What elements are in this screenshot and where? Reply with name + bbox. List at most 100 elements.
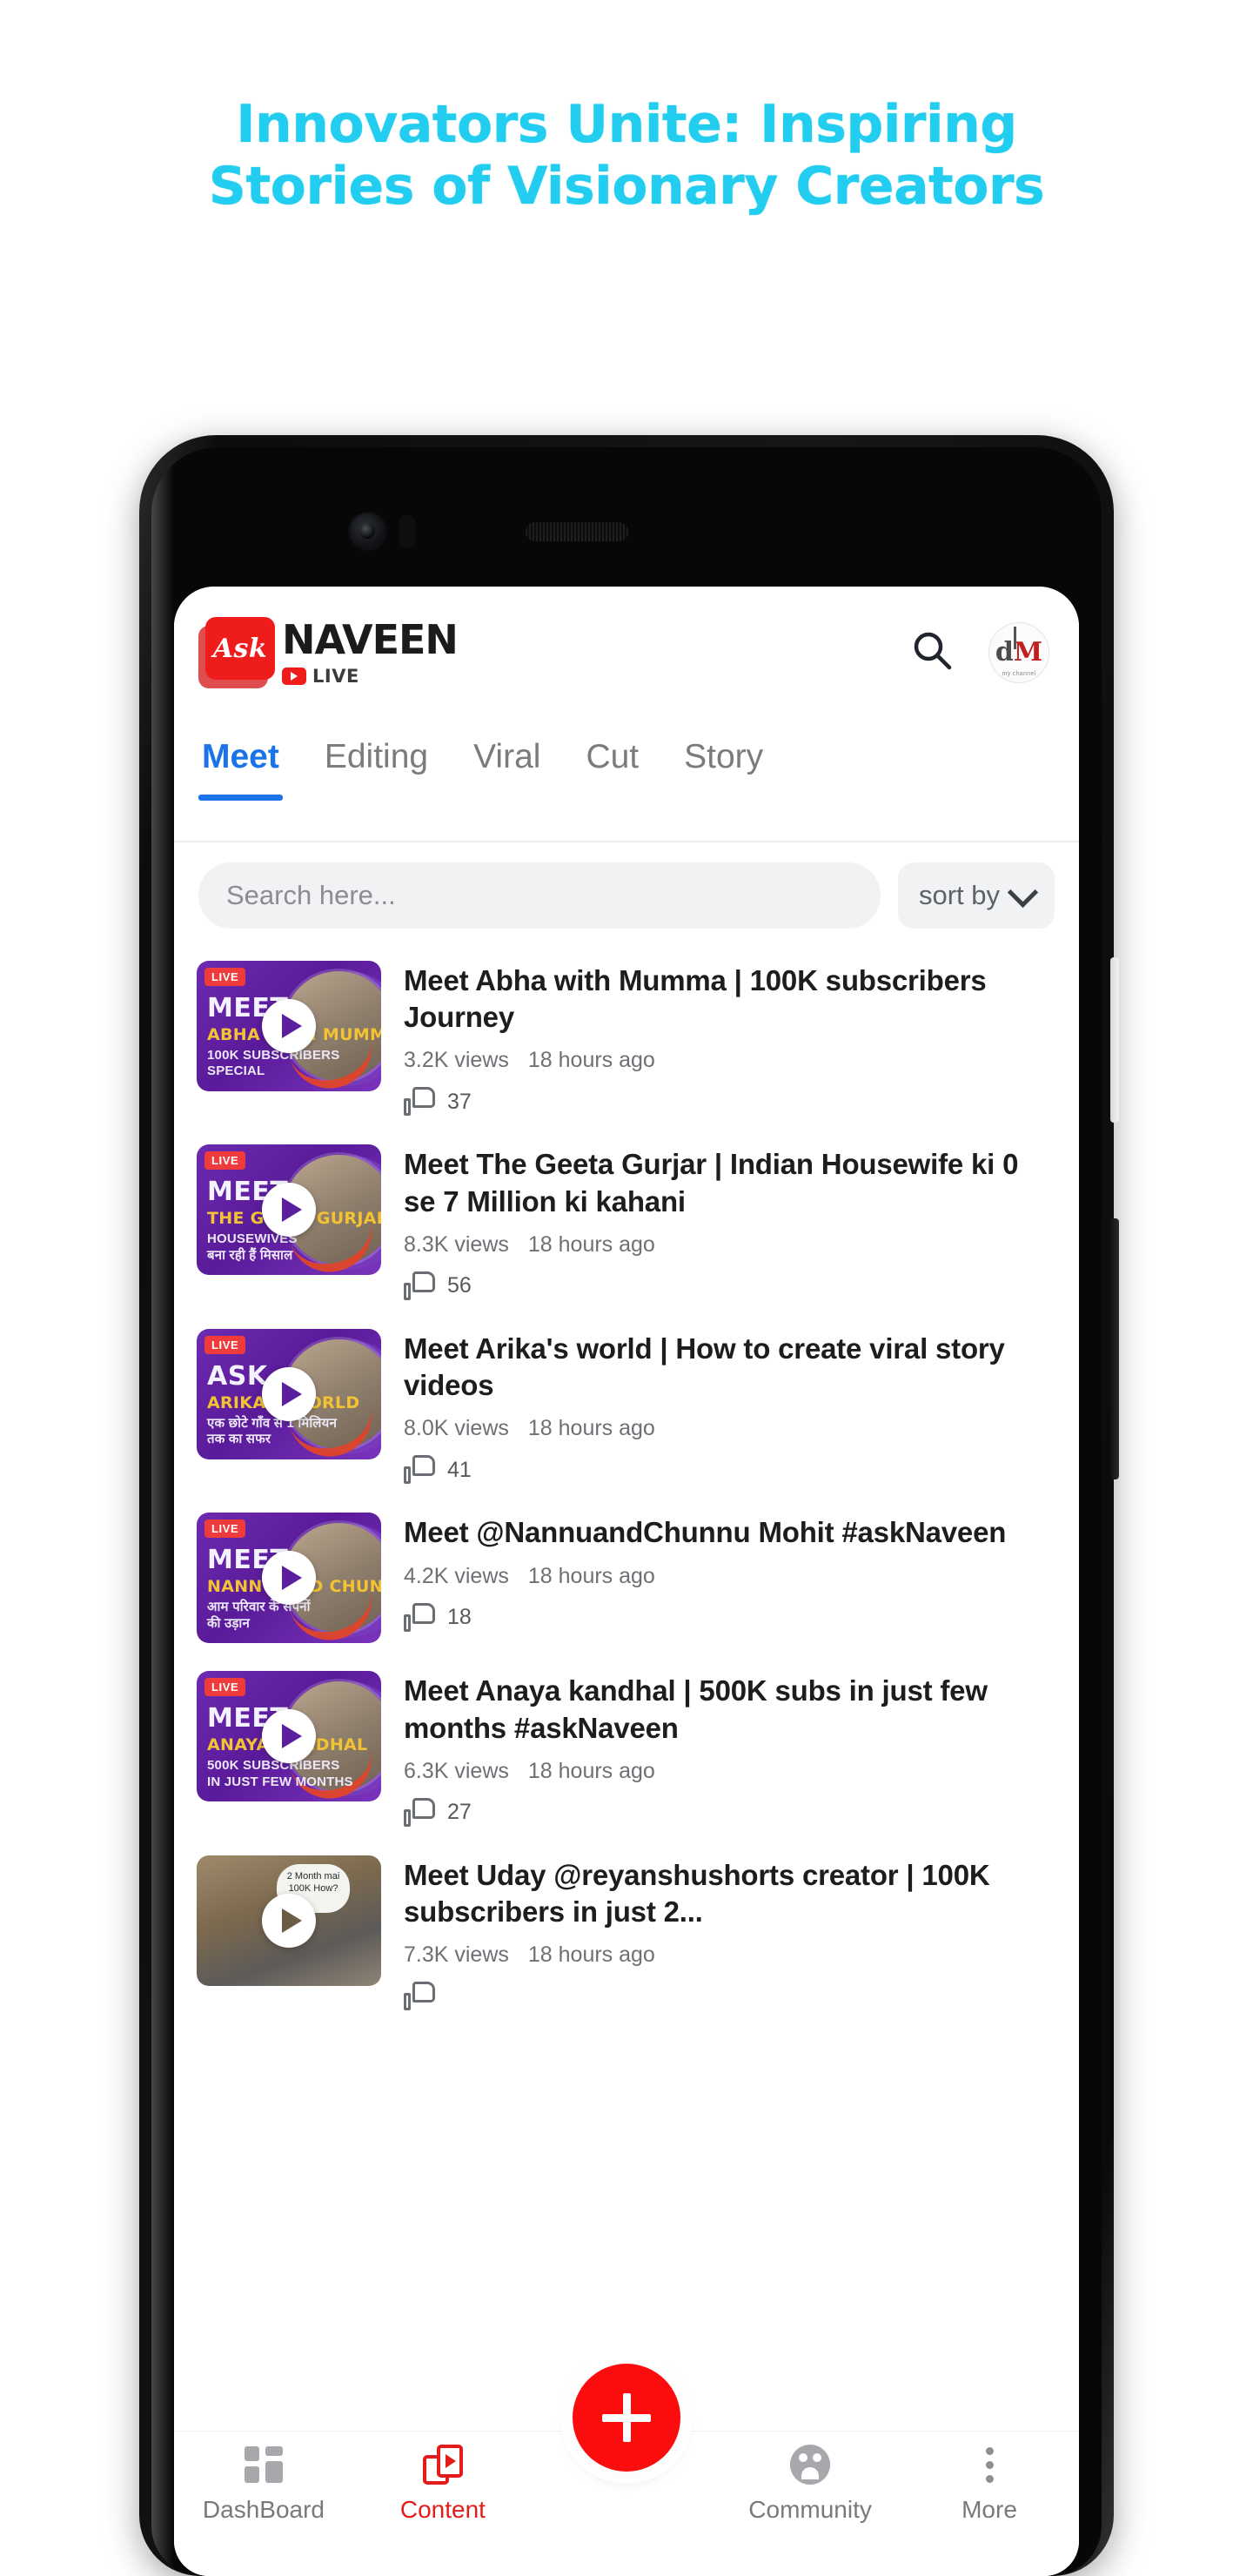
video-title[interactable]: Meet Abha with Mumma | 100K subscribers …	[404, 963, 1056, 1036]
nav-label-content: Content	[399, 2496, 486, 2523]
video-title[interactable]: Meet The Geeta Gurjar | Indian Housewife…	[404, 1146, 1056, 1219]
play-button-icon[interactable]	[262, 1183, 316, 1238]
video-title[interactable]: Meet Uday @reyanshushorts creator | 100K…	[404, 1857, 1056, 1930]
nav-label-community: Community	[748, 2496, 872, 2523]
video-age: 18 hours ago	[527, 1416, 655, 1441]
avatar-letter-d: d	[995, 637, 1014, 667]
video-age: 18 hours ago	[527, 1231, 655, 1257]
promo-line-2: Stories of Visionary Creators	[208, 155, 1045, 217]
video-thumbnail[interactable]: LIVE MEET ABHA WITH MUMMA 100K SUBSCRIBE…	[197, 961, 381, 1091]
play-button-icon[interactable]	[262, 1366, 316, 1421]
like-count[interactable]: 56	[404, 1271, 1056, 1301]
video-views: 7.3K views	[404, 1942, 509, 1968]
thumb-desc: 500K SUBSCRIBERS IN JUST FEW MONTHS	[207, 1758, 353, 1789]
thumb-desc: 100K SUBSCRIBERS SPECIAL	[207, 1048, 340, 1079]
like-number: 37	[447, 1089, 472, 1114]
plus-icon	[602, 2393, 651, 2442]
live-badge: LIVE	[204, 968, 246, 986]
nav-item-dashboard[interactable]: DashBoard	[174, 2444, 353, 2524]
video-title[interactable]: Meet @NannuandChunnu Mohit #askNaveen	[404, 1514, 1056, 1551]
like-number: 56	[447, 1273, 472, 1298]
like-count[interactable]: 41	[404, 1455, 1056, 1485]
video-age: 18 hours ago	[527, 1942, 655, 1968]
list-item[interactable]: LIVE MEET NANNU AND CHUNNU आम परिवार के …	[197, 1500, 1056, 1659]
sort-by-dropdown[interactable]: sort by	[897, 862, 1055, 929]
video-views: 8.0K views	[404, 1416, 509, 1441]
list-item[interactable]: LIVE ASK ARIKA'S WORLD एक छोटे गाँव से 1…	[197, 1317, 1056, 1500]
phone-bezel: Ask NAVEEN LIVE dM my channel Meet Editi…	[151, 447, 1102, 2576]
play-button-icon[interactable]	[262, 1893, 316, 1948]
video-age: 18 hours ago	[527, 1563, 655, 1588]
play-button-icon[interactable]	[262, 1551, 316, 1606]
play-button-icon[interactable]	[262, 999, 316, 1053]
logo-badge-label: Ask	[212, 633, 268, 664]
like-number: 18	[447, 1605, 472, 1630]
app-screen: Ask NAVEEN LIVE dM my channel Meet Editi…	[174, 587, 1079, 2576]
video-title[interactable]: Meet Anaya kandhal | 500K subs in just f…	[404, 1673, 1056, 1746]
video-age: 18 hours ago	[527, 1048, 655, 1073]
tab-editing[interactable]: Editing	[325, 738, 428, 799]
logo-live-label: LIVE	[312, 665, 359, 687]
avatar-tagline: my channel	[1002, 671, 1036, 677]
proximity-sensor-icon	[399, 515, 416, 548]
chevron-down-icon	[1007, 876, 1039, 908]
video-views: 8.3K views	[404, 1231, 509, 1257]
thumb-desc: आम परिवार के सपनों की उड़ान	[207, 1600, 311, 1631]
tab-cut[interactable]: Cut	[586, 738, 639, 799]
like-number: 41	[447, 1457, 472, 1482]
play-button-icon[interactable]	[262, 1709, 316, 1764]
video-thumbnail[interactable]: LIVE MEET ANAYA KANDHAL 500K SUBSCRIBERS…	[197, 1671, 381, 1802]
like-count[interactable]: 18	[404, 1602, 1056, 1633]
volume-button[interactable]	[1110, 957, 1119, 1123]
list-item[interactable]: LIVE MEET THE GEETA GURJAR HOUSEWIVES बन…	[197, 1132, 1056, 1316]
tab-viral[interactable]: Viral	[473, 738, 540, 799]
youtube-icon	[282, 667, 306, 685]
earpiece-speaker-icon	[526, 522, 628, 541]
nav-label-more: More	[962, 2496, 1017, 2523]
nav-item-content[interactable]: Content	[353, 2444, 533, 2524]
video-views: 6.3K views	[404, 1758, 509, 1783]
list-item[interactable]: LIVE MEET ABHA WITH MUMMA 100K SUBSCRIBE…	[197, 949, 1056, 1132]
like-count[interactable]: 27	[404, 1797, 1056, 1828]
video-thumbnail[interactable]: 2 Month mai 100K How?	[197, 1855, 381, 1986]
logo-name: NAVEEN	[282, 615, 459, 663]
video-thumbnail[interactable]: LIVE MEET THE GEETA GURJAR HOUSEWIVES बन…	[197, 1144, 381, 1276]
thumbs-up-icon	[404, 1982, 435, 2011]
list-item[interactable]: 2 Month mai 100K How? Meet Uday @reyansh…	[197, 1843, 1056, 2027]
thumbs-up-icon	[404, 1455, 435, 1485]
search-placeholder: Search here...	[226, 880, 396, 910]
video-thumbnail[interactable]: LIVE MEET NANNU AND CHUNNU आम परिवार के …	[197, 1513, 381, 1644]
thumbs-up-icon	[404, 1271, 435, 1301]
category-tabs: Meet Editing Viral Cut Story	[174, 719, 1079, 842]
app-bar: Ask NAVEEN LIVE dM my channel	[174, 587, 1079, 719]
sort-by-label: sort by	[918, 880, 1000, 910]
thumb-title: ASK	[207, 1360, 268, 1392]
like-count[interactable]: 37	[404, 1087, 1056, 1117]
power-button[interactable]	[1110, 1218, 1119, 1479]
search-icon[interactable]	[910, 628, 955, 678]
tab-story[interactable]: Story	[684, 738, 763, 799]
dashboard-icon	[244, 2444, 283, 2485]
front-camera-icon	[348, 512, 388, 552]
video-thumbnail[interactable]: LIVE ASK ARIKA'S WORLD एक छोटे गाँव से 1…	[197, 1328, 381, 1459]
live-badge: LIVE	[204, 1151, 246, 1171]
video-list[interactable]: LIVE MEET ABHA WITH MUMMA 100K SUBSCRIBE…	[174, 949, 1079, 2431]
add-button[interactable]	[573, 2364, 680, 2472]
nav-item-community[interactable]: Community	[720, 2444, 900, 2524]
video-title[interactable]: Meet Arika's world | How to create viral…	[404, 1331, 1056, 1404]
search-input[interactable]: Search here...	[198, 862, 881, 929]
nav-item-more[interactable]: More	[900, 2444, 1079, 2524]
live-badge: LIVE	[204, 1519, 246, 1539]
like-count[interactable]	[404, 1982, 1056, 2011]
like-number: 27	[447, 1800, 472, 1825]
avatar[interactable]: dM my channel	[988, 622, 1049, 683]
thumbs-up-icon	[404, 1602, 435, 1633]
app-logo[interactable]: Ask NAVEEN LIVE	[198, 615, 459, 688]
avatar-letter-m: M	[1013, 637, 1043, 667]
tab-meet[interactable]: Meet	[198, 738, 283, 801]
ask-card-icon: Ask	[198, 617, 275, 688]
community-icon	[790, 2444, 831, 2485]
thumb-desc: एक छोटे गाँव से 1 मिलियन तक का सफर	[207, 1415, 338, 1447]
phone-mockup: Ask NAVEEN LIVE dM my channel Meet Editi…	[139, 435, 1119, 2576]
list-item[interactable]: LIVE MEET ANAYA KANDHAL 500K SUBSCRIBERS…	[197, 1659, 1056, 1842]
